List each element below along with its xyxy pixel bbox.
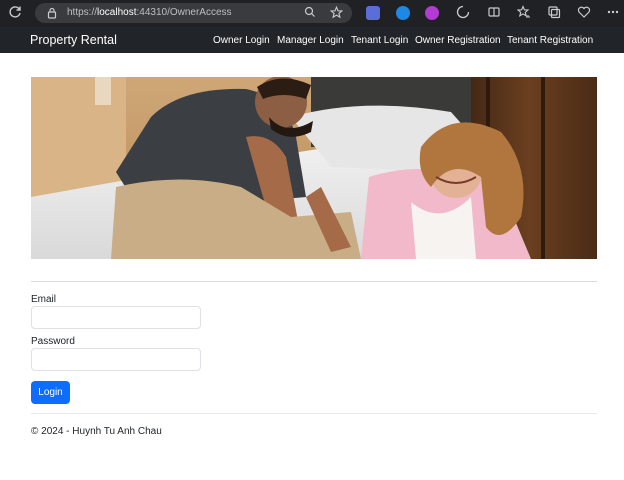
footer-copyright: © 2024 - Huynh Tu Anh Chau — [31, 426, 162, 437]
url-host: localhost — [97, 7, 137, 18]
star-icon[interactable] — [329, 5, 343, 20]
refresh-icon[interactable] — [7, 5, 23, 21]
email-field[interactable] — [31, 306, 201, 329]
url-text[interactable]: https://localhost:44310/OwnerAccess — [67, 6, 232, 20]
footer-divider — [31, 413, 597, 414]
hero-image — [31, 77, 597, 259]
more-icon[interactable] — [605, 5, 621, 21]
password-field[interactable] — [31, 348, 201, 371]
collections-icon[interactable] — [546, 5, 562, 21]
password-label: Password — [31, 336, 75, 347]
email-label: Email — [31, 294, 57, 305]
nav-link-owner-registration[interactable]: Owner Registration — [415, 34, 501, 47]
url-path: :44310/OwnerAccess — [136, 7, 232, 18]
extension-icon-2[interactable] — [396, 6, 410, 20]
nav-link-owner-login[interactable]: Owner Login — [213, 34, 270, 47]
browser-essentials-icon[interactable] — [455, 5, 471, 21]
section-divider — [31, 281, 597, 282]
nav-link-tenant-registration[interactable]: Tenant Registration — [507, 34, 593, 47]
nav-link-tenant-login[interactable]: Tenant Login — [351, 34, 408, 47]
lock-icon[interactable] — [45, 6, 59, 20]
extension-icon-3[interactable] — [425, 6, 439, 20]
navbar-brand[interactable]: Property Rental — [30, 32, 117, 48]
heart-pulse-icon[interactable] — [576, 5, 592, 21]
zoom-icon[interactable] — [303, 6, 317, 20]
favorites-icon[interactable] — [516, 5, 532, 21]
address-bar[interactable]: https://localhost:44310/OwnerAccess — [35, 3, 352, 23]
browser-toolbar: https://localhost:44310/OwnerAccess — [0, 0, 624, 27]
split-screen-icon[interactable] — [486, 5, 502, 21]
url-scheme: https:// — [67, 7, 98, 18]
login-button[interactable]: Login — [31, 381, 70, 404]
site-navbar: Property Rental Owner Login Manager Logi… — [0, 27, 624, 53]
extension-icon-1[interactable] — [366, 6, 380, 20]
nav-link-manager-login[interactable]: Manager Login — [277, 34, 344, 47]
